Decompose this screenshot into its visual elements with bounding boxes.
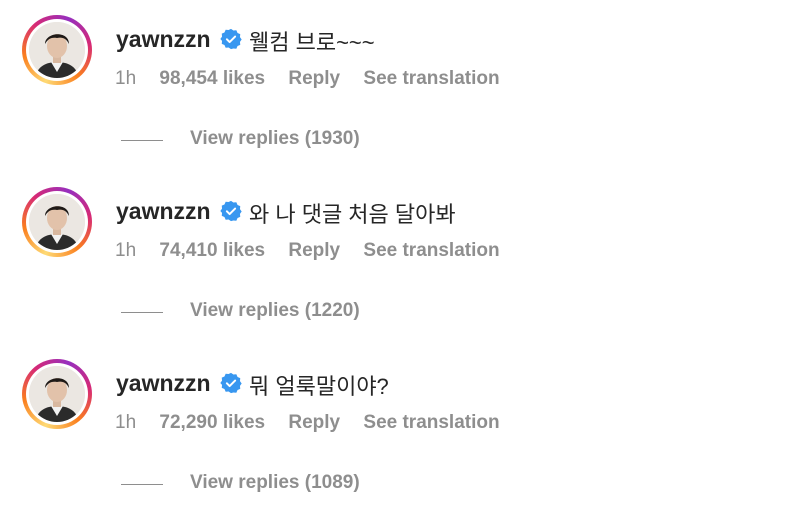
username[interactable]: yawnzzn: [116, 198, 211, 225]
comment-item: yawnzzn 뭐 얼룩말이야? 1h 72,290 likes Reply S…: [0, 344, 800, 516]
comments-list: yawnzzn 웰컴 브로~~~ 1h 98,454 likes Reply S…: [0, 0, 800, 509]
comment-time: 1h: [115, 240, 137, 261]
verified-badge-icon: [220, 28, 242, 50]
comment-meta: 1h 72,290 likes Reply See translation: [115, 412, 518, 434]
verified-badge-icon: [220, 372, 242, 394]
likes-count[interactable]: 72,290 likes: [159, 412, 265, 433]
avatar[interactable]: [22, 15, 92, 85]
avatar-photo: [29, 22, 85, 78]
comment-text: 웰컴 브로~~~: [249, 30, 375, 55]
view-replies-button[interactable]: View replies (1089): [190, 472, 360, 494]
comment-meta: 1h 74,410 likes Reply See translation: [115, 240, 518, 262]
avatar-photo: [29, 194, 85, 250]
avatar-photo: [29, 366, 85, 422]
username[interactable]: yawnzzn: [116, 370, 211, 397]
username[interactable]: yawnzzn: [116, 26, 211, 53]
comment-text: 뭐 얼룩말이야?: [249, 374, 389, 399]
reply-button[interactable]: Reply: [288, 240, 340, 261]
verified-badge-icon: [220, 200, 242, 222]
replies-divider: [121, 312, 163, 313]
see-translation-button[interactable]: See translation: [363, 240, 499, 261]
view-replies-button[interactable]: View replies (1220): [190, 300, 360, 322]
comment-time: 1h: [115, 412, 137, 433]
see-translation-button[interactable]: See translation: [363, 68, 499, 89]
comment-item: yawnzzn 와 나 댓글 처음 달아봐 1h 74,410 likes Re…: [0, 172, 800, 344]
likes-count[interactable]: 74,410 likes: [159, 240, 265, 261]
comment-time: 1h: [115, 68, 137, 89]
avatar[interactable]: [22, 187, 92, 257]
reply-button[interactable]: Reply: [288, 412, 340, 433]
replies-divider: [121, 484, 163, 485]
replies-divider: [121, 140, 163, 141]
see-translation-button[interactable]: See translation: [363, 412, 499, 433]
comment-meta: 1h 98,454 likes Reply See translation: [115, 68, 518, 90]
comment-item: yawnzzn 웰컴 브로~~~ 1h 98,454 likes Reply S…: [0, 0, 800, 172]
reply-button[interactable]: Reply: [288, 68, 340, 89]
comment-text: 와 나 댓글 처음 달아봐: [249, 202, 456, 227]
avatar[interactable]: [22, 359, 92, 429]
likes-count[interactable]: 98,454 likes: [159, 68, 265, 89]
view-replies-button[interactable]: View replies (1930): [190, 128, 360, 150]
